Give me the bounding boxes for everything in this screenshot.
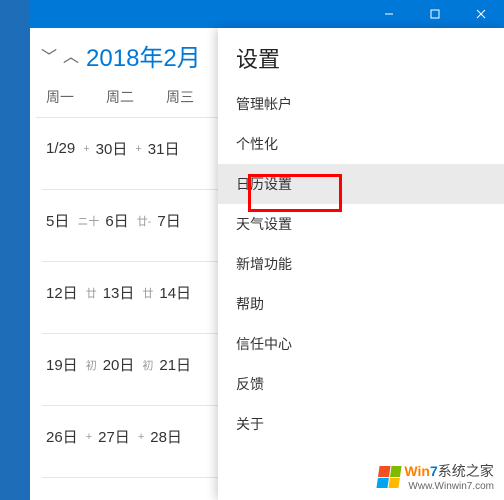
lunar-label: +	[138, 431, 144, 443]
date-cell[interactable]: 5日	[46, 210, 69, 231]
month-nav: 〉 〉	[42, 44, 78, 68]
maximize-icon	[430, 9, 440, 19]
watermark-url: Www.Winwin7.com	[408, 481, 494, 492]
lunar-label: 初	[86, 357, 97, 373]
date-cell[interactable]: 26日	[46, 426, 78, 447]
calendar-window: 〉 〉 2018年2月 周一 周二 周三 1/29 + 30日 + 31日	[30, 0, 504, 500]
date-cell[interactable]: 31日	[148, 138, 180, 159]
next-month-button[interactable]: 〉	[58, 47, 82, 63]
watermark-brand: 7	[430, 463, 438, 479]
date-cell[interactable]: 28日	[150, 426, 182, 447]
date-cell[interactable]: 14日	[159, 282, 191, 303]
minimize-icon	[384, 9, 394, 19]
minimize-button[interactable]	[366, 0, 412, 28]
watermark-brand: Win	[404, 463, 430, 479]
lunar-label: +	[83, 143, 89, 155]
lunar-label: 廿-	[137, 213, 152, 229]
settings-item-trust-center[interactable]: 信任中心	[218, 324, 504, 364]
date-cell[interactable]: 21日	[159, 354, 191, 375]
app-root: ﹀ 日 4 11 18 25 〉 〉	[0, 0, 504, 500]
windows-logo-icon	[377, 466, 402, 488]
lunar-label: 初	[142, 357, 153, 373]
settings-item-weather-settings[interactable]: 天气设置	[218, 204, 504, 244]
weekday-label: 周二	[106, 87, 142, 107]
close-button[interactable]	[458, 0, 504, 28]
lunar-label: ニ十	[77, 213, 99, 229]
settings-title: 设置	[218, 28, 504, 84]
window-titlebar	[30, 0, 504, 28]
watermark-brand: 系统之家	[438, 463, 494, 479]
settings-item-help[interactable]: 帮助	[218, 284, 504, 324]
watermark: Win7系统之家 Www.Winwin7.com	[374, 459, 498, 494]
lunar-label: 廿	[86, 285, 97, 301]
settings-flyout: 设置 管理帐户 个性化 日历设置 天气设置 新增功能 帮助 信任中心 反馈 关于	[218, 28, 504, 500]
maximize-button[interactable]	[412, 0, 458, 28]
weekday-label: 周三	[166, 87, 202, 107]
settings-item-whats-new[interactable]: 新增功能	[218, 244, 504, 284]
lunar-label: +	[135, 143, 141, 155]
date-cell[interactable]: 7日	[157, 210, 180, 231]
settings-item-about[interactable]: 关于	[218, 404, 504, 444]
date-cell[interactable]: 13日	[103, 282, 135, 303]
date-cell[interactable]: 6日	[105, 210, 128, 231]
settings-item-manage-accounts[interactable]: 管理帐户	[218, 84, 504, 124]
date-cell[interactable]: 1/29	[46, 140, 75, 157]
settings-item-personalization[interactable]: 个性化	[218, 124, 504, 164]
date-cell[interactable]: 12日	[46, 282, 78, 303]
settings-item-calendar-settings[interactable]: 日历设置	[218, 164, 504, 204]
date-cell[interactable]: 20日	[103, 354, 135, 375]
date-cell[interactable]: 19日	[46, 354, 78, 375]
close-icon	[476, 9, 486, 19]
lunar-label: 廿	[142, 285, 153, 301]
settings-item-feedback[interactable]: 反馈	[218, 364, 504, 404]
date-cell[interactable]: 27日	[98, 426, 130, 447]
lunar-label: +	[86, 431, 92, 443]
month-title[interactable]: 2018年2月	[86, 38, 201, 73]
weekday-label: 周一	[46, 87, 82, 107]
date-cell[interactable]: 30日	[96, 138, 128, 159]
